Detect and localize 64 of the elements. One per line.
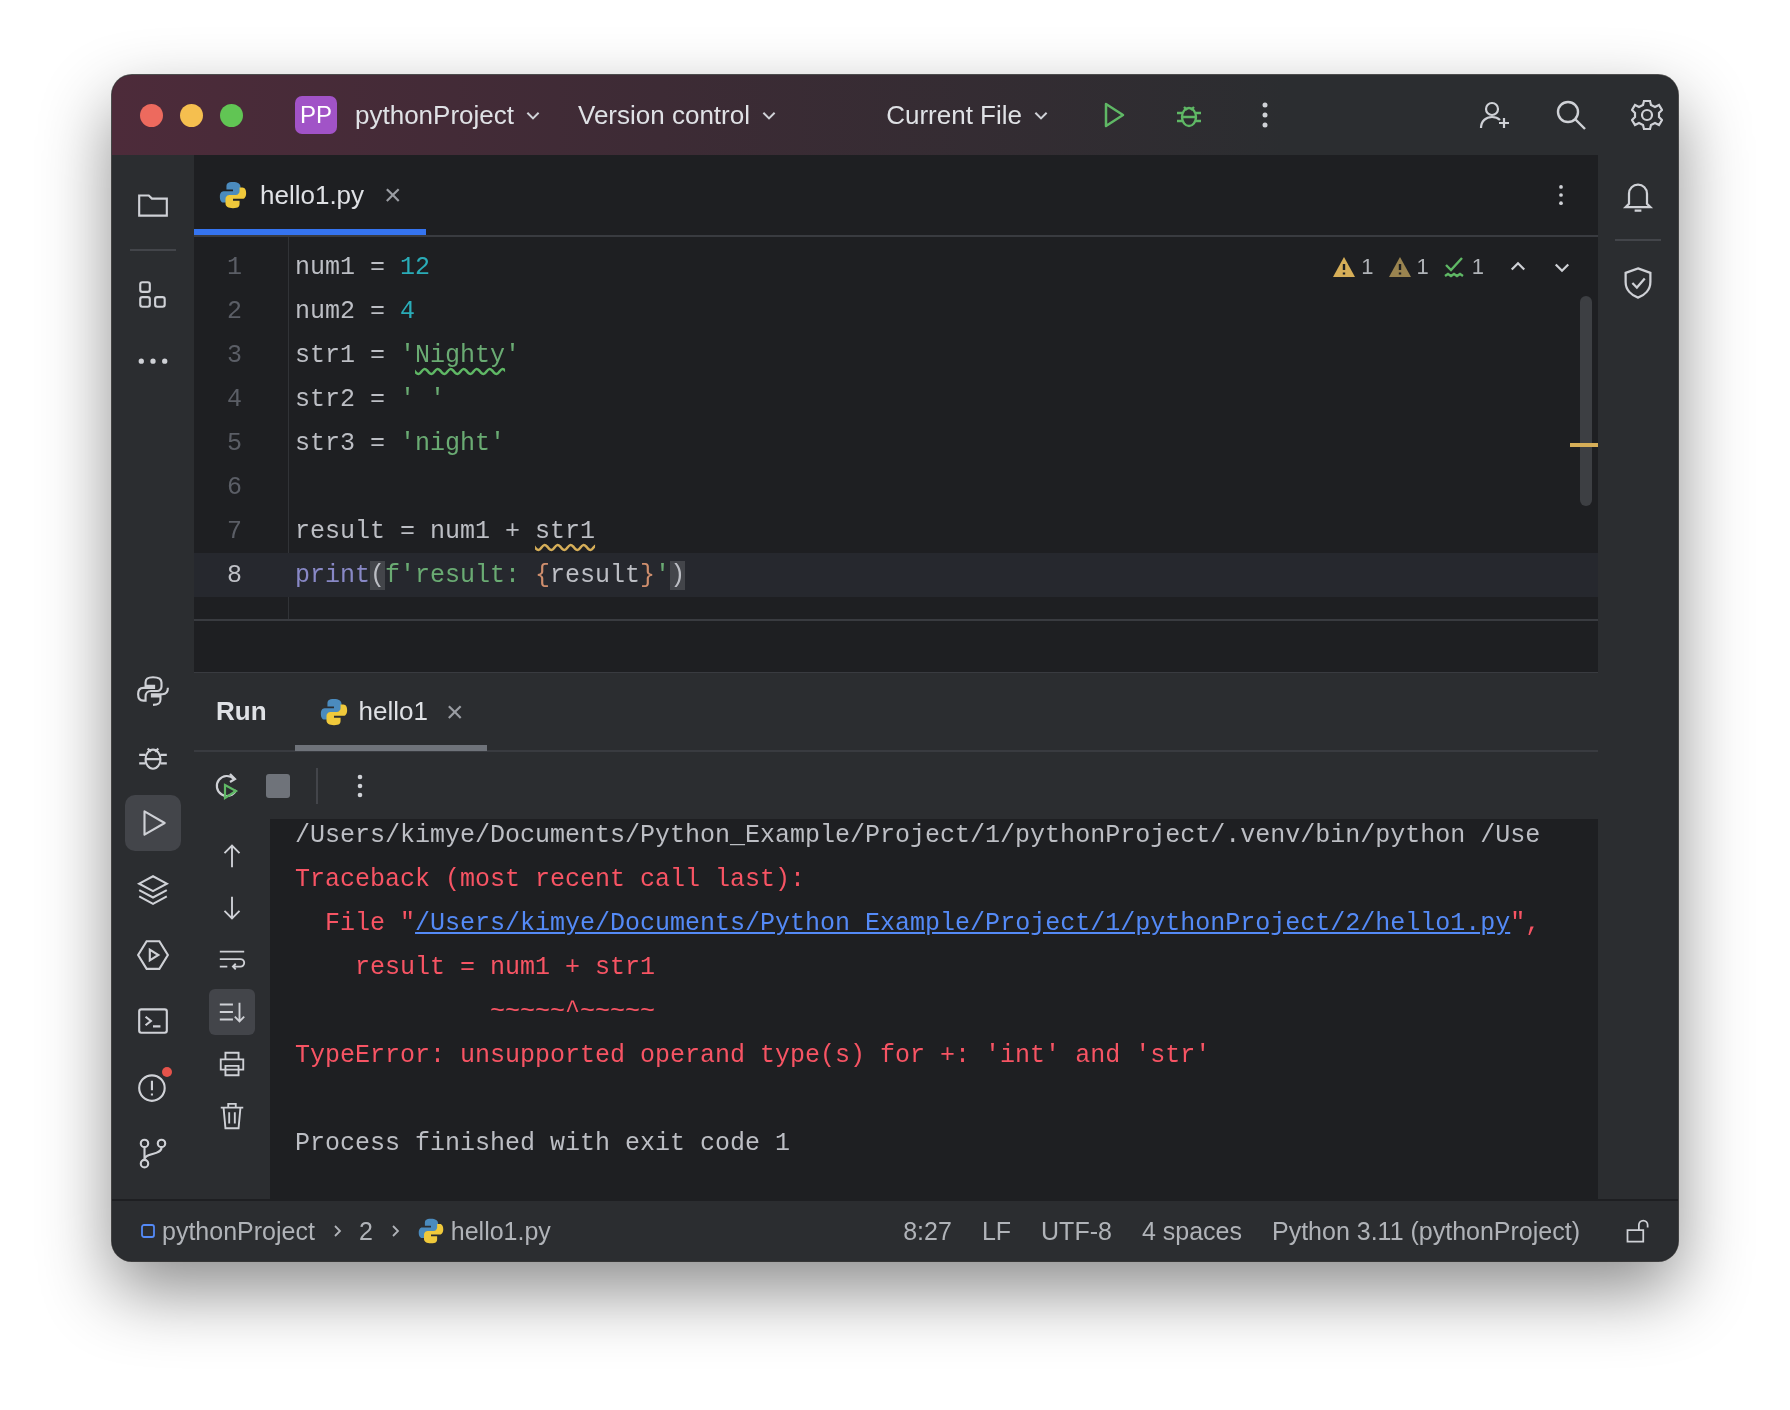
line-number: 6 [226,472,242,502]
file-link[interactable]: /Users/kimye/Documents/Python_Example/Project/1/pythonProject/2/hello1.py [415,908,1511,938]
python-file-icon [416,1217,445,1245]
code-line: str2 = ' ' [295,384,446,414]
python-file-icon [218,180,248,210]
error-output: ~~~~~^~~~~~ [489,996,656,1026]
scroll-end-button[interactable] [209,989,255,1035]
search-icon[interactable] [1555,99,1587,131]
weak-warning-count[interactable]: 1 [1387,254,1429,280]
code-line: num1 = 12 [295,252,431,282]
line-number: 1 [226,252,242,282]
print-icon [217,1049,247,1079]
editor-tab[interactable]: hello1.py × [194,155,426,235]
minimize-button[interactable] [180,103,203,127]
close-button[interactable] [140,103,163,127]
python-file-icon [318,696,349,727]
stop-button[interactable] [266,773,290,798]
run-tool-button[interactable] [125,795,181,851]
project-badge: PP [295,96,337,134]
error-output: File "/Users/kimye/Documents/Python_Example/Project/1/pythonProject/2/hello1.py", [324,908,1541,938]
code-line: print(f'result: {result}') [295,560,686,590]
status-item[interactable]: LF [981,1216,1012,1246]
breadcrumb[interactable]: 2 [358,1216,373,1246]
console-output: /Users/kimye/Documents/Python_Example/Project/1/pythonProject/.venv/bin/python /Use [295,820,1541,850]
warning-marker [1570,443,1598,447]
run-config-dropdown[interactable]: Current File [882,99,1060,131]
console-output: Process finished with exit code 1 [295,1128,791,1158]
project-icon [140,1223,156,1239]
code-line: num2 = 4 [295,296,416,326]
status-item[interactable]: UTF-8 [1041,1216,1112,1246]
panel-title: Run [216,696,267,727]
scrollbar[interactable] [1580,296,1592,506]
status-item[interactable]: 8:27 [903,1216,952,1246]
settings-icon[interactable] [1631,99,1663,131]
vcs-dropdown[interactable]: Version control [574,99,788,131]
line-number: 4 [226,384,242,414]
code-line: result = num1 + str1 [295,516,596,546]
close-tab-button[interactable]: × [445,694,464,729]
close-tab-button[interactable]: × [384,178,402,212]
add-user-icon[interactable] [1479,99,1511,131]
error-output: result = num1 + str1 [354,952,656,982]
breadcrumb[interactable]: hello1.py [416,1216,551,1246]
unlocked-icon[interactable] [1624,1217,1652,1245]
zoom-button[interactable] [220,103,243,127]
line-number: 5 [226,428,242,458]
code-line: str1 = 'Nighty' [295,340,521,370]
python-icon [136,674,170,708]
code-line: str3 = 'night' [295,428,506,458]
error-output: Traceback (most recent call last): [295,864,806,894]
services-icon [136,938,170,972]
more-icon [138,357,168,365]
notification-dot [162,1067,172,1077]
typo-count[interactable]: 1 [1442,254,1484,280]
line-number: 7 [226,516,242,546]
error-output: TypeError: unsupported operand type(s) for +: 'int' and 'str' [295,1040,1211,1070]
line-number: 2 [226,296,242,326]
status-item[interactable]: 4 spaces [1141,1216,1242,1246]
line-number: 8 [226,560,242,590]
layers-icon [136,872,170,906]
project-dropdown[interactable]: pythonProject [351,99,552,131]
warning-count[interactable]: 1 [1332,254,1374,280]
breadcrumb[interactable]: pythonProject [140,1216,315,1246]
status-item[interactable]: Python 3.11 (pythonProject) [1271,1216,1580,1246]
line-number: 3 [226,340,242,370]
